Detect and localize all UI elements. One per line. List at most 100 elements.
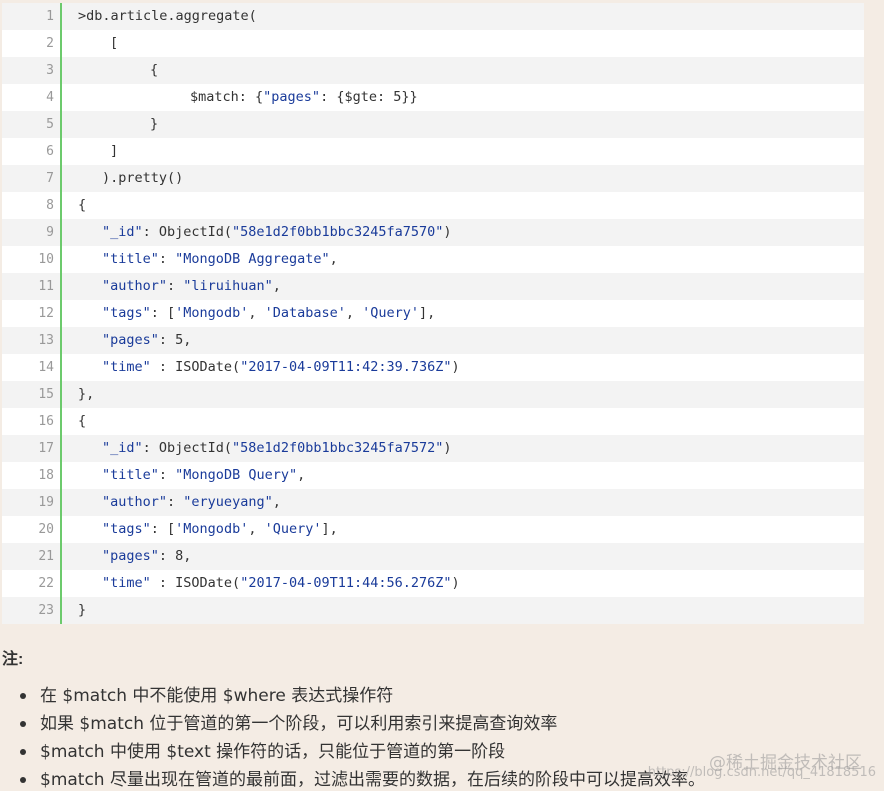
code-token: : [ [150,521,176,537]
code-line: 12 "tags": ['Mongodb', 'Database', 'Query… [2,300,864,327]
string-token: "liruihuan" [183,278,273,294]
code-text: "pages": 8, [62,543,191,570]
line-number: 13 [2,327,62,354]
watermark-url: https://blog.csdn.net/qq_41818516 [647,765,876,780]
note-item: $match 中使用 $text 操作符的话，只能位于管道的第一阶段 [0,738,705,766]
string-token: "MongoDB Query" [175,467,298,483]
string-token: "58e1d2f0bb1bbc3245fa7570" [232,224,444,240]
line-number: 22 [2,570,62,597]
code-line: 8{ [2,192,864,219]
code-line: 7).pretty() [2,165,864,192]
line-number: 2 [2,30,62,57]
string-token: "58e1d2f0bb1bbc3245fa7572" [232,440,444,456]
code-token: : ObjectId( [142,224,233,240]
code-token: { [78,413,87,429]
string-token: 'Mongodb' [175,521,249,537]
code-line: 22 "time" : ISODate("2017-04-09T11:44:56.… [2,570,864,597]
code-token: ) [443,440,452,456]
line-number: 9 [2,219,62,246]
code-text: }, [62,381,94,408]
string-token: "pages" [102,332,159,348]
code-token: : [158,251,176,267]
code-token: [ [110,35,119,51]
code-token: : ISODate( [150,359,241,375]
string-token: 'Query' [264,521,322,537]
line-number: 14 [2,354,62,381]
notes-title: 注: [2,651,24,668]
line-number: 6 [2,138,62,165]
string-token: "2017-04-09T11:44:56.276Z" [240,575,452,591]
note-item: $match 尽量出现在管道的最前面，过滤出需要的数据，在后续的阶段中可以提高效… [0,766,705,791]
string-token: "_id" [102,440,143,456]
code-line: 10 "title": "MongoDB Aggregate", [2,246,864,273]
code-token: : [158,467,176,483]
code-text: "title": "MongoDB Aggregate", [62,246,338,273]
code-line: 16 { [2,408,864,435]
code-text: "_id": ObjectId("58e1d2f0bb1bbc3245fa757… [62,219,452,246]
note-text: $match 中使用 $text 操作符的话，只能位于管道的第一阶段 [40,742,506,762]
code-line: 4 $match: {"pages": {$gte: 5}} [2,84,864,111]
line-number: 5 [2,111,62,138]
code-token: : ObjectId( [142,440,233,456]
code-text: "tags": ['Mongodb', 'Query'], [62,516,338,543]
code-token: ).pretty() [102,170,184,186]
string-token: "author" [102,278,168,294]
code-text: "pages": 5, [62,327,191,354]
code-text: { [62,57,158,84]
code-line: 17 "_id": ObjectId("58e1d2f0bb1bbc3245fa7… [2,435,864,462]
code-line: 19 "author": "eryueyang", [2,489,864,516]
line-number: 18 [2,462,62,489]
code-token: : {$gte: 5}} [320,89,418,105]
code-line: 15}, [2,381,864,408]
bullet-icon [20,777,26,783]
code-line: 2[ [2,30,864,57]
code-text: { [62,192,86,219]
code-line: 6] [2,138,864,165]
notes-list: 在 $match 中不能使用 $where 表达式操作符 如果 $match 位… [0,682,705,791]
code-line: 21 "pages": 8, [2,543,864,570]
code-token: ], [419,305,436,321]
string-token: "tags" [102,521,151,537]
code-line: 5} [2,111,864,138]
code-line: 14 "time" : ISODate("2017-04-09T11:42:39.… [2,354,864,381]
line-number: 3 [2,57,62,84]
code-token: { [78,197,87,213]
code-token: , [248,521,265,537]
page: 1 >db.article.aggregate(2[3{4 $match: {"pa… [0,0,884,791]
bullet-icon [20,749,26,755]
code-token: : ISODate( [150,575,241,591]
string-token: "title" [102,467,159,483]
line-number: 10 [2,246,62,273]
line-number: 20 [2,516,62,543]
note-text: 如果 $match 位于管道的第一个阶段，可以利用索引来提高查询效率 [40,714,558,734]
code-token: >db.article.aggregate( [78,8,257,24]
code-token: , [248,305,265,321]
note-text: 在 $match 中不能使用 $where 表达式操作符 [40,686,394,706]
code-line: 11 "author": "liruihuan", [2,273,864,300]
code-token: , [297,467,306,483]
string-token: "author" [102,494,168,510]
code-token: : 5, [158,332,192,348]
code-token: : [167,494,184,510]
code-text: $match: {"pages": {$gte: 5}} [62,84,418,111]
string-token: "pages" [263,89,321,105]
code-text: >db.article.aggregate( [62,3,257,30]
line-number: 16 [2,408,62,435]
code-line: 3{ [2,57,864,84]
string-token: "time" [102,575,151,591]
code-line: 13 "pages": 5, [2,327,864,354]
string-token: 'Mongodb' [175,305,249,321]
note-text: $match 尽量出现在管道的最前面，过滤出需要的数据，在后续的阶段中可以提高效… [40,770,705,790]
line-number: 8 [2,192,62,219]
code-token: }, [78,386,95,402]
line-number: 1 [2,3,62,30]
code-token: ) [451,359,460,375]
code-text: } [62,111,158,138]
string-token: "pages" [102,548,159,564]
string-token: 'Database' [264,305,346,321]
code-text: "time" : ISODate("2017-04-09T11:44:56.27… [62,570,460,597]
line-number: 15 [2,381,62,408]
line-number: 17 [2,435,62,462]
code-token: $match: { [190,89,264,105]
code-text: "_id": ObjectId("58e1d2f0bb1bbc3245fa757… [62,435,452,462]
